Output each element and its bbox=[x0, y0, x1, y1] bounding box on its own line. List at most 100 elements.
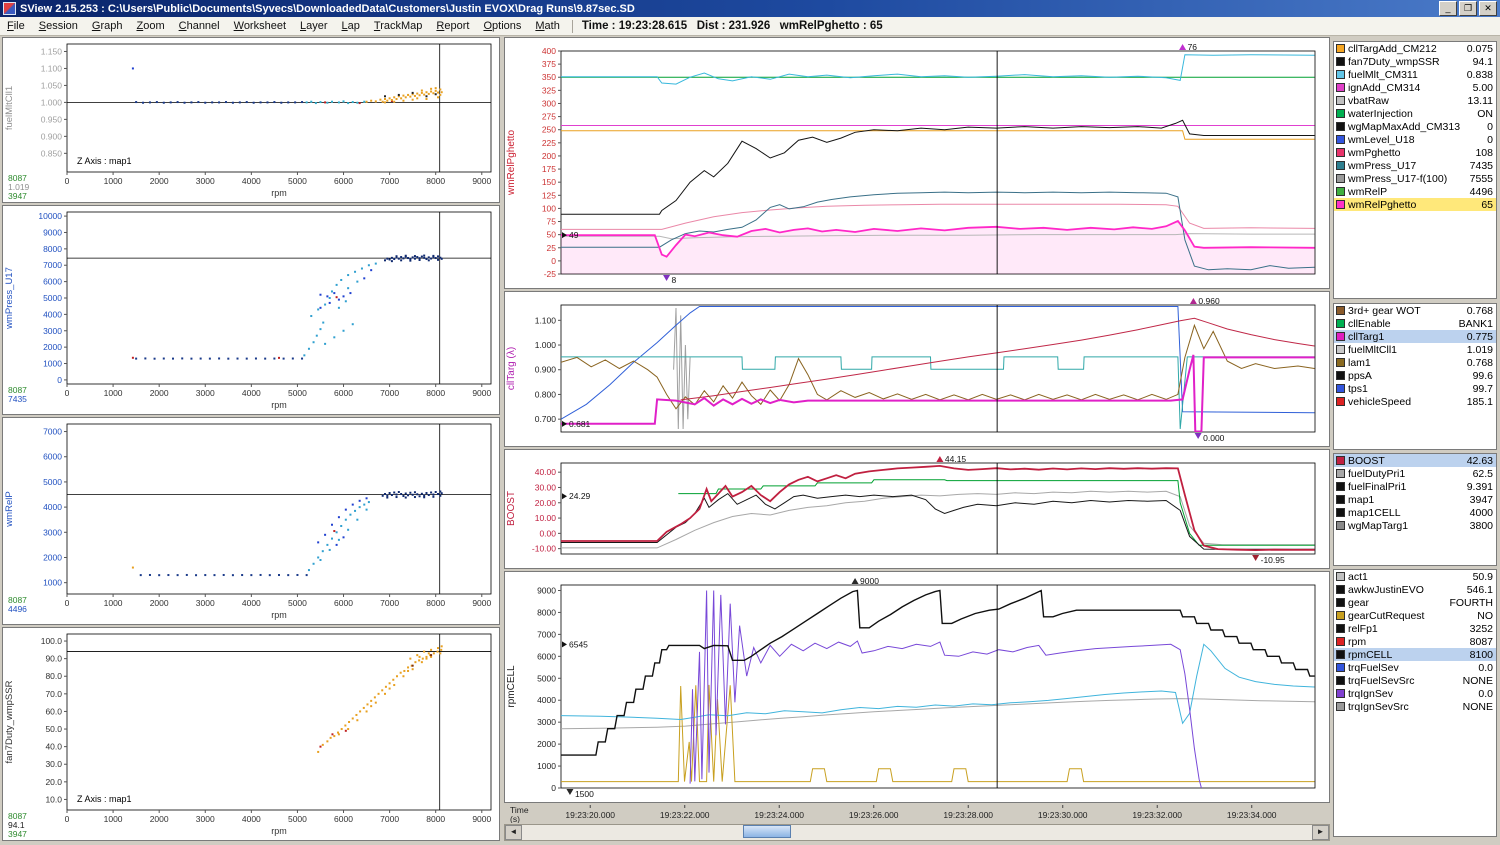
channel-row[interactable]: rpm8087 bbox=[1334, 635, 1496, 648]
channel-row[interactable]: relFp13252 bbox=[1334, 622, 1496, 635]
channel-row[interactable]: cllTargAdd_CM2120.075 bbox=[1334, 42, 1496, 55]
channel-name: waterInjection bbox=[1348, 108, 1477, 120]
channel-row[interactable]: fuelMlt_CM3110.838 bbox=[1334, 68, 1496, 81]
menu-item-channel[interactable]: Channel bbox=[172, 18, 227, 34]
menu-item-report[interactable]: Report bbox=[429, 18, 476, 34]
svg-text:4000: 4000 bbox=[242, 598, 261, 608]
scatter-chart-wmrelp[interactable]: 7000600050004000300020001000010002000300… bbox=[2, 417, 500, 625]
channel-color-swatch bbox=[1336, 650, 1345, 659]
scroll-right-arrow-icon[interactable]: ► bbox=[1312, 825, 1329, 840]
svg-text:90.0: 90.0 bbox=[45, 654, 62, 664]
channel-row[interactable]: map13947 bbox=[1334, 493, 1496, 506]
svg-text:0: 0 bbox=[65, 176, 70, 186]
channel-row[interactable]: cllEnableBANK1 bbox=[1334, 317, 1496, 330]
svg-text:0.681: 0.681 bbox=[569, 419, 591, 429]
strip-chart-wmrelpghetto[interactable]: 4003753503253002752502252001751501251007… bbox=[504, 37, 1330, 289]
channel-row[interactable]: wgMapTarg13800 bbox=[1334, 519, 1496, 532]
channel-row[interactable]: BOOST42.63 bbox=[1334, 454, 1496, 467]
menu-item-zoom[interactable]: Zoom bbox=[129, 18, 171, 34]
channel-row[interactable]: fuelMltCll11.019 bbox=[1334, 343, 1496, 356]
channel-name: rpmCELL bbox=[1348, 649, 1470, 661]
maximize-button[interactable]: ❐ bbox=[1459, 1, 1477, 16]
channel-row[interactable]: fuelFinalPri19.391 bbox=[1334, 480, 1496, 493]
menu-item-options[interactable]: Options bbox=[476, 18, 528, 34]
svg-text:3000: 3000 bbox=[196, 176, 215, 186]
channel-name: wmRelP bbox=[1348, 186, 1470, 198]
menu-item-worksheet[interactable]: Worksheet bbox=[227, 18, 293, 34]
channel-row[interactable]: wmPress_U177435 bbox=[1334, 159, 1496, 172]
svg-text:3000: 3000 bbox=[537, 717, 556, 727]
channel-row[interactable]: map1CELL4000 bbox=[1334, 506, 1496, 519]
channel-row[interactable]: trqIgnSev0.0 bbox=[1334, 687, 1496, 700]
channel-row[interactable]: vbatRaw13.11 bbox=[1334, 94, 1496, 107]
channel-color-swatch bbox=[1336, 397, 1345, 406]
channel-row[interactable]: act150.9 bbox=[1334, 570, 1496, 583]
svg-text:375: 375 bbox=[542, 59, 556, 69]
scroll-track[interactable] bbox=[522, 825, 1312, 840]
svg-text:1000: 1000 bbox=[104, 814, 123, 824]
svg-text:1.000: 1.000 bbox=[41, 97, 63, 107]
scroll-thumb[interactable] bbox=[743, 825, 790, 838]
channel-row[interactable]: awkwJustinEVO546.1 bbox=[1334, 583, 1496, 596]
channel-color-swatch bbox=[1336, 384, 1345, 393]
channel-value: ON bbox=[1477, 108, 1496, 120]
channel-row[interactable]: lam10.768 bbox=[1334, 356, 1496, 369]
menu-item-file[interactable]: File bbox=[0, 18, 32, 34]
channel-row[interactable]: wmLevel_U180 bbox=[1334, 133, 1496, 146]
scatter-chart-wmpress-u17[interactable]: 1000090008000700060005000400030002000100… bbox=[2, 205, 500, 415]
channel-row[interactable]: wgMapMaxAdd_CM3130 bbox=[1334, 120, 1496, 133]
channel-row[interactable]: gearCutRequestNO bbox=[1334, 609, 1496, 622]
strip-chart-column: 4003753503253002752502252001751501251007… bbox=[504, 37, 1330, 841]
channel-row[interactable]: trqFuelSev0.0 bbox=[1334, 661, 1496, 674]
svg-text:19:23:20.000: 19:23:20.000 bbox=[565, 810, 615, 820]
channel-row[interactable]: vehicleSpeed185.1 bbox=[1334, 395, 1496, 408]
channel-row[interactable]: ppsA99.6 bbox=[1334, 369, 1496, 382]
svg-text:350: 350 bbox=[542, 72, 556, 82]
channel-name: gearCutRequest bbox=[1348, 610, 1477, 622]
close-button[interactable]: ✕ bbox=[1479, 1, 1497, 16]
channel-value: 3800 bbox=[1470, 520, 1496, 532]
h-scrollbar[interactable]: ◄ ► bbox=[504, 824, 1330, 841]
minimize-button[interactable]: _ bbox=[1439, 1, 1457, 16]
channel-row[interactable]: trqFuelSevSrcNONE bbox=[1334, 674, 1496, 687]
svg-text:2000: 2000 bbox=[150, 598, 169, 608]
channel-row[interactable]: cllTarg10.775 bbox=[1334, 330, 1496, 343]
strip-chart-rpmcell[interactable]: 9000800070006000500040003000200010000rpm… bbox=[504, 571, 1330, 803]
svg-text:2000: 2000 bbox=[43, 342, 62, 352]
channel-row[interactable]: wmRelP4496 bbox=[1334, 185, 1496, 198]
channel-value: 1.019 bbox=[1467, 344, 1496, 356]
strip-chart-boost[interactable]: 40.0030.0020.0010.000.00-10.00BOOST44.15… bbox=[504, 449, 1330, 569]
menu-item-graph[interactable]: Graph bbox=[85, 18, 130, 34]
menu-separator bbox=[572, 20, 573, 33]
channel-row[interactable]: fuelDutyPri162.5 bbox=[1334, 467, 1496, 480]
scatter-chart-fuelmltcll1[interactable]: 1.1501.1001.0501.0000.9500.9000.85001000… bbox=[2, 37, 500, 203]
svg-text:rpm: rpm bbox=[271, 400, 287, 410]
channel-row[interactable]: wmPghetto108 bbox=[1334, 146, 1496, 159]
menu-item-trackmap[interactable]: TrackMap bbox=[367, 18, 430, 34]
menu-item-lap[interactable]: Lap bbox=[335, 18, 367, 34]
channel-row[interactable]: rpmCELL8100 bbox=[1334, 648, 1496, 661]
svg-text:5000: 5000 bbox=[288, 814, 307, 824]
scatter-chart-fan7duty[interactable]: 100.090.080.070.060.050.040.030.020.010.… bbox=[2, 627, 500, 841]
channel-row[interactable]: tps199.7 bbox=[1334, 382, 1496, 395]
scroll-left-arrow-icon[interactable]: ◄ bbox=[505, 825, 522, 840]
channel-color-swatch bbox=[1336, 174, 1345, 183]
menu-item-layer[interactable]: Layer bbox=[293, 18, 335, 34]
channel-row[interactable]: wmPress_U17-f(100)7555 bbox=[1334, 172, 1496, 185]
svg-text:rpmCELL: rpmCELL bbox=[506, 665, 517, 708]
channel-row[interactable]: ignAdd_CM3145.00 bbox=[1334, 81, 1496, 94]
channel-row[interactable]: 3rd+ gear WOT0.768 bbox=[1334, 304, 1496, 317]
strip-chart-clltarg[interactable]: 1.1001.0000.9000.8000.700cllTarg (λ)0.96… bbox=[504, 291, 1330, 447]
channel-row[interactable]: fan7Duty_wmpSSR94.1 bbox=[1334, 55, 1496, 68]
menu-item-math[interactable]: Math bbox=[528, 18, 566, 34]
channel-row[interactable]: trqIgnSevSrcNONE bbox=[1334, 700, 1496, 713]
channel-row[interactable]: wmRelPghetto65 bbox=[1334, 198, 1496, 211]
svg-text:-10.00: -10.00 bbox=[532, 544, 556, 554]
channel-name: gear bbox=[1348, 597, 1449, 609]
channel-row[interactable]: waterInjectionON bbox=[1334, 107, 1496, 120]
svg-text:1.150: 1.150 bbox=[41, 46, 63, 56]
channel-row[interactable]: gearFOURTH bbox=[1334, 596, 1496, 609]
menu-item-session[interactable]: Session bbox=[32, 18, 85, 34]
channel-value: NONE bbox=[1463, 675, 1496, 687]
channel-panel-boost: BOOST42.63fuelDutyPri162.5fuelFinalPri19… bbox=[1333, 453, 1497, 566]
